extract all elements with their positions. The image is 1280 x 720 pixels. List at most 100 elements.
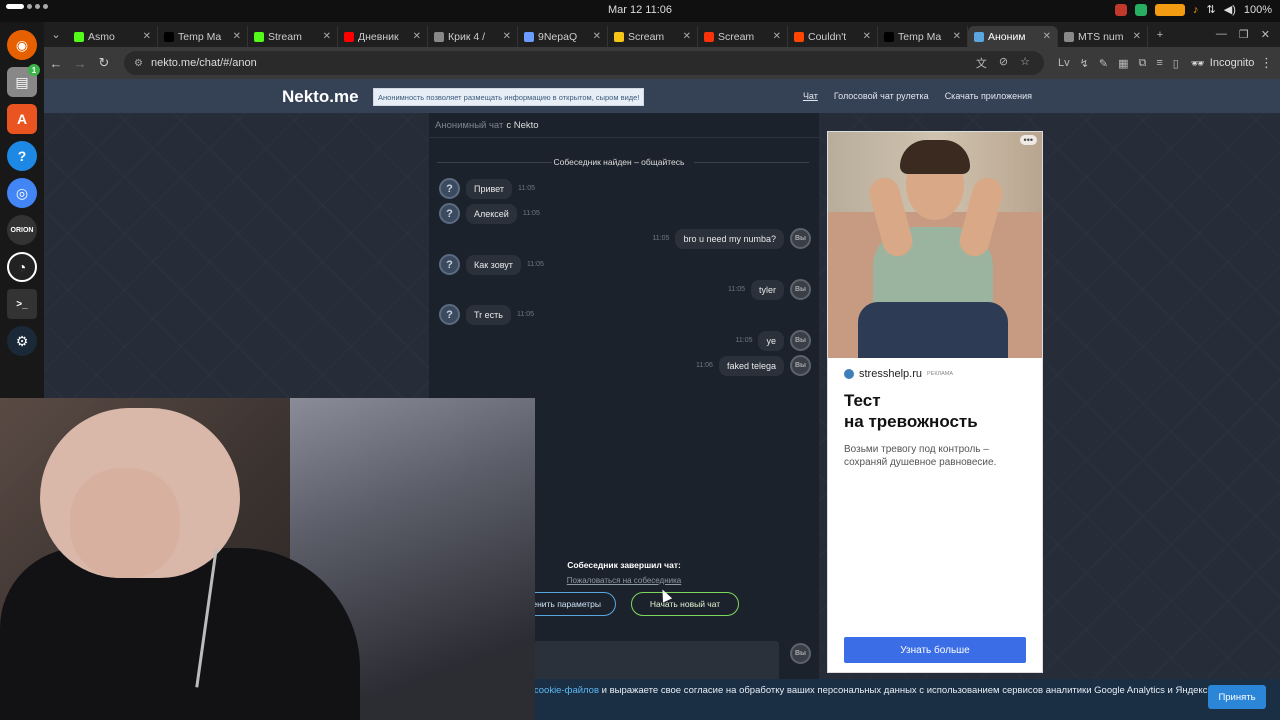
close-icon[interactable]: ✕ bbox=[1261, 28, 1270, 41]
browser-tab[interactable]: Аноним ✕ bbox=[968, 26, 1058, 47]
browser-tab[interactable]: MTS num ✕ bbox=[1058, 26, 1148, 47]
shield-icon[interactable] bbox=[1135, 3, 1148, 16]
puzzle-icon[interactable]: ⧉ bbox=[1138, 57, 1146, 70]
tab-close-icon[interactable]: ✕ bbox=[413, 31, 421, 42]
browser-tab[interactable]: Temp Ma ✕ bbox=[878, 26, 968, 47]
ad-domain[interactable]: stresshelp.ru РЕКЛАМА bbox=[844, 368, 953, 380]
incognito-indicator[interactable]: 🕶 Incognito bbox=[1191, 57, 1255, 70]
cookie-link[interactable]: cookie-файлов bbox=[534, 685, 599, 696]
address-bar[interactable]: ⚙ nekto.me/chat/#/anon 文 ⊘ ☆ bbox=[124, 51, 1044, 75]
tray-app-icon[interactable] bbox=[1115, 3, 1128, 16]
message-row: ? Привет 11:05 bbox=[439, 178, 535, 199]
anonymity-notice: Анонимность позволяет размещать информац… bbox=[373, 88, 645, 106]
my-avatar: Вы bbox=[790, 279, 811, 300]
tab-close-icon[interactable]: ✕ bbox=[143, 31, 151, 42]
obs-icon[interactable]: ◔ bbox=[7, 252, 37, 282]
sidebar-icon[interactable]: ▯ bbox=[1173, 57, 1179, 70]
cookie-accept-button[interactable]: Принять bbox=[1208, 685, 1266, 709]
help-icon[interactable]: ? bbox=[7, 141, 37, 171]
tab-close-icon[interactable]: ✕ bbox=[1133, 31, 1141, 42]
tab-close-icon[interactable]: ✕ bbox=[323, 31, 331, 42]
volume-icon[interactable]: ◀) bbox=[1224, 3, 1236, 16]
site-header: Nekto.me Анонимность позволяет размещать… bbox=[44, 79, 1280, 113]
translate-icon[interactable]: 文 bbox=[976, 55, 987, 71]
tab-title: MTS num bbox=[1078, 30, 1124, 43]
browser-tab[interactable]: Дневник ✕ bbox=[338, 26, 428, 47]
nav-chat[interactable]: Чат bbox=[803, 91, 818, 101]
tab-close-icon[interactable]: ✕ bbox=[683, 31, 691, 42]
ad-menu-icon[interactable]: ••• bbox=[1019, 135, 1037, 145]
site-info-icon[interactable]: ⚙ bbox=[134, 58, 143, 69]
stranger-avatar-icon: ? bbox=[439, 304, 460, 325]
ad-banner[interactable]: ••• stresshelp.ru РЕКЛАМА Тест на тревож… bbox=[827, 131, 1043, 673]
firefox-icon[interactable]: ◉ bbox=[7, 30, 37, 60]
tab-close-icon[interactable]: ✕ bbox=[953, 31, 961, 42]
ad-learn-more-button[interactable]: Узнать больше bbox=[844, 637, 1026, 663]
network-icon[interactable]: ⇅ bbox=[1207, 3, 1216, 16]
terminal-icon[interactable]: >_ bbox=[7, 289, 37, 319]
url-text[interactable]: nekto.me/chat/#/anon bbox=[151, 57, 257, 69]
browser-tab[interactable]: Asmo ✕ bbox=[68, 26, 158, 47]
tab-search-icon[interactable]: ⌄ bbox=[44, 22, 68, 47]
tab-title: Stream bbox=[268, 30, 302, 43]
nav-download-apps[interactable]: Скачать приложения bbox=[945, 91, 1032, 101]
tab-close-icon[interactable]: ✕ bbox=[863, 31, 871, 42]
tab-favicon-icon bbox=[614, 31, 624, 42]
tab-close-icon[interactable]: ✕ bbox=[1043, 31, 1051, 42]
tab-close-icon[interactable]: ✕ bbox=[593, 31, 601, 42]
back-button[interactable]: ← bbox=[44, 56, 68, 71]
bookmark-star-icon[interactable]: ☆ bbox=[1020, 55, 1030, 71]
message-bubble: faked telega bbox=[718, 355, 784, 376]
nav-voice-chat[interactable]: Голосовой чат рулетка bbox=[834, 91, 929, 101]
battery-level[interactable]: 100% bbox=[1244, 4, 1272, 16]
my-avatar: Вы bbox=[790, 355, 811, 376]
incognito-icon: 🕶 bbox=[1190, 57, 1205, 70]
minimize-icon[interactable]: — bbox=[1216, 28, 1227, 41]
extension-icon[interactable]: ▦ bbox=[1118, 57, 1128, 70]
new-tab-button[interactable]: + bbox=[1148, 22, 1172, 47]
forward-button[interactable]: → bbox=[68, 56, 92, 71]
tab-title: Temp Ma bbox=[898, 30, 942, 43]
tab-favicon-icon bbox=[74, 31, 84, 42]
os-clock[interactable]: Mar 12 11:06 bbox=[0, 4, 1280, 16]
my-avatar: Вы bbox=[790, 330, 811, 351]
extension-icon[interactable]: ↯ bbox=[1080, 57, 1089, 70]
tab-close-icon[interactable]: ✕ bbox=[773, 31, 781, 42]
browser-tab[interactable]: Scream ✕ bbox=[608, 26, 698, 47]
chrome-icon[interactable]: ◎ bbox=[7, 178, 37, 208]
browser-tab[interactable]: Scream ✕ bbox=[698, 26, 788, 47]
extension-icon[interactable]: Lv bbox=[1058, 57, 1070, 70]
restore-icon[interactable]: ❐ bbox=[1239, 28, 1249, 41]
browser-toolbar: ← → ↻ ⚙ nekto.me/chat/#/anon 文 ⊘ ☆ Lv ↯ … bbox=[44, 47, 1280, 79]
reload-button[interactable]: ↻ bbox=[92, 55, 116, 71]
orion-icon[interactable]: ORION bbox=[7, 215, 37, 245]
reading-list-icon[interactable]: ≡ bbox=[1156, 57, 1162, 70]
message-time: 11:05 bbox=[522, 210, 540, 217]
message-time: 11:05 bbox=[518, 185, 536, 192]
browser-tab[interactable]: Couldn't ✕ bbox=[788, 26, 878, 47]
site-logo[interactable]: Nekto.me bbox=[282, 87, 359, 107]
extension-icon[interactable]: ✎ bbox=[1099, 57, 1108, 70]
tab-close-icon[interactable]: ✕ bbox=[233, 31, 241, 42]
message-time: 11:05 bbox=[516, 311, 534, 318]
tab-title: Asmo bbox=[88, 30, 115, 43]
browser-tab[interactable]: Stream ✕ bbox=[248, 26, 338, 47]
new-chat-button[interactable]: Начать новый чат bbox=[631, 592, 739, 616]
microphone-icon[interactable]: ♪ bbox=[1193, 4, 1199, 16]
browser-tab[interactable]: 9NepaQ ✕ bbox=[518, 26, 608, 47]
ad-image[interactable]: ••• bbox=[828, 132, 1042, 358]
menu-icon[interactable]: ⋮ bbox=[1254, 55, 1278, 71]
ad-title[interactable]: Тест на тревожность bbox=[844, 390, 1034, 432]
app-center-icon[interactable]: A bbox=[7, 104, 37, 134]
tab-title: Дневник bbox=[358, 30, 399, 43]
files-icon[interactable]: ▤ 1 bbox=[7, 64, 40, 97]
browser-tab[interactable]: Крик 4 / ✕ bbox=[428, 26, 518, 47]
tab-close-icon[interactable]: ✕ bbox=[503, 31, 511, 42]
tab-title: Scream bbox=[718, 30, 755, 43]
eye-off-icon[interactable]: ⊘ bbox=[999, 55, 1008, 71]
stranger-avatar-icon: ? bbox=[439, 203, 460, 224]
recording-indicator[interactable] bbox=[1155, 3, 1186, 16]
message-row: 11:05 tyler Вы bbox=[728, 279, 811, 300]
steam-icon[interactable]: ⚙ bbox=[7, 326, 37, 356]
browser-tab[interactable]: Temp Ma ✕ bbox=[158, 26, 248, 47]
